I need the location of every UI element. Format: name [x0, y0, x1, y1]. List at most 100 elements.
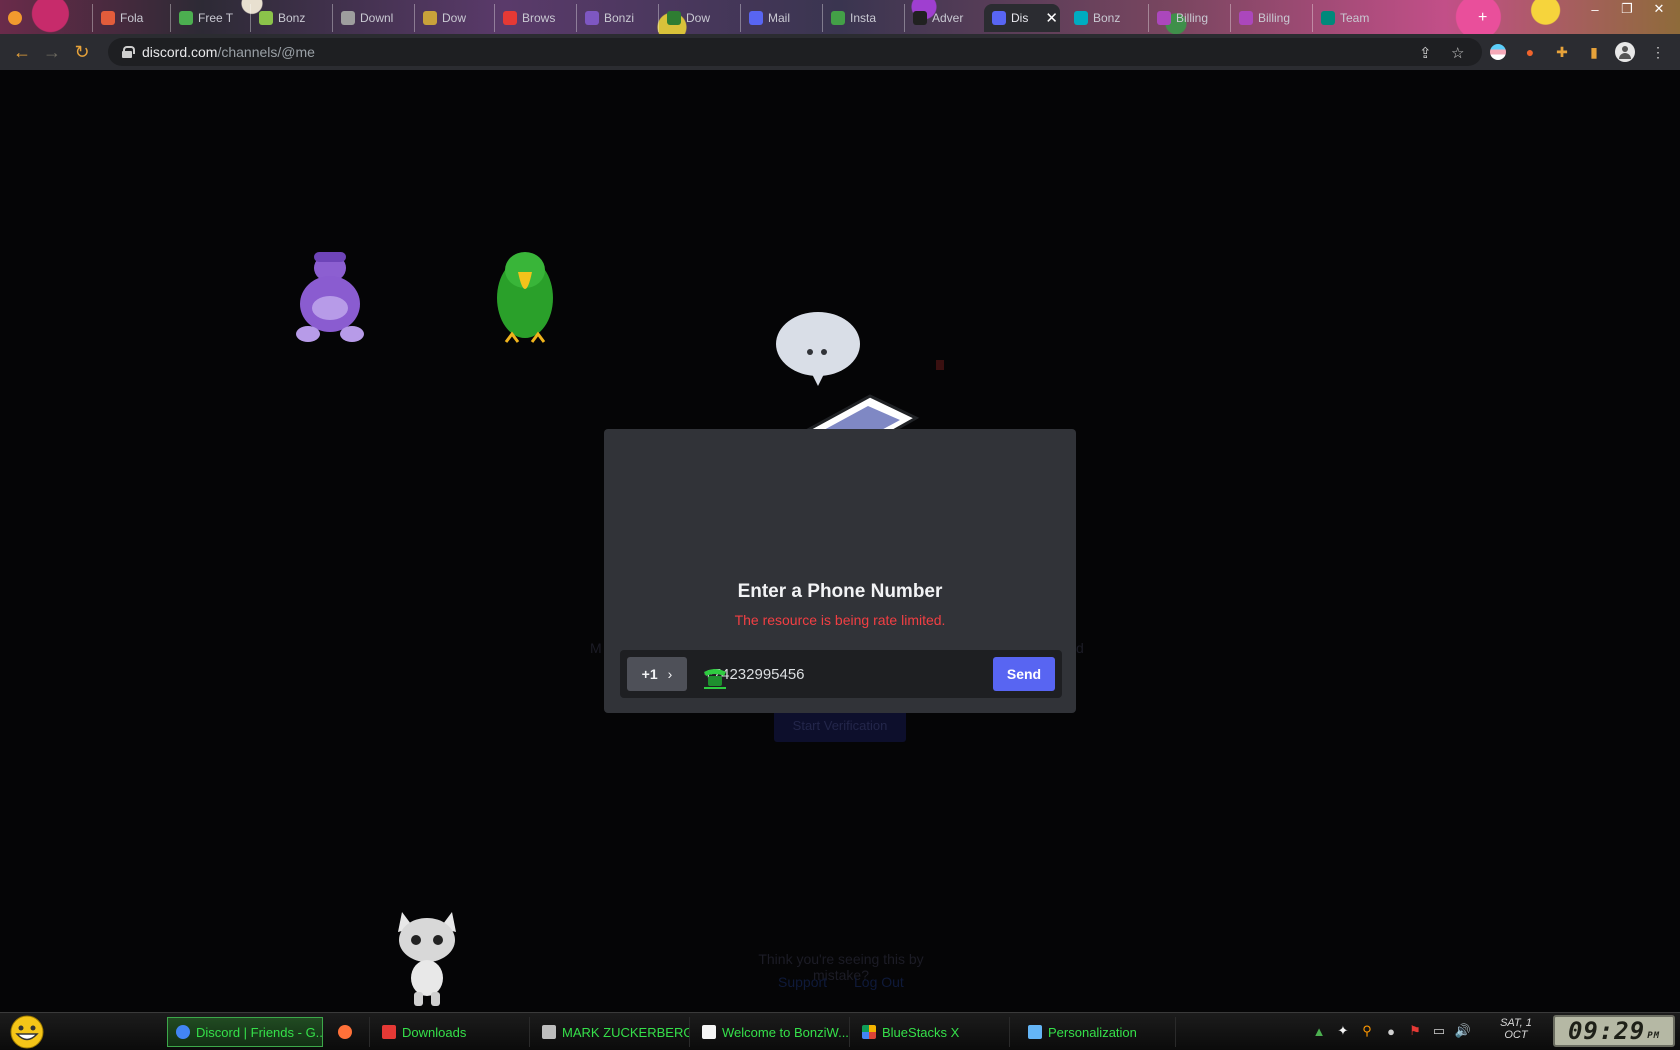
tray-triangle-icon[interactable]: ▲ — [1312, 1024, 1326, 1039]
bonzi-phone-cursor-icon — [704, 669, 726, 689]
browser-tab[interactable]: Bonzi — [576, 4, 656, 32]
browser-tab[interactable]: Bonz — [250, 4, 330, 32]
taskbar-item-bluestacks[interactable]: BlueStacks X — [854, 1017, 1010, 1047]
browser-tab[interactable]: Insta — [822, 4, 902, 32]
taskbar-item-personalization[interactable]: Personalization — [1020, 1017, 1176, 1047]
discord-icon — [992, 11, 1006, 25]
browser-tab[interactable]: Billing — [1148, 4, 1228, 32]
tab-favicon-icon — [749, 11, 763, 25]
clock-ampm: PM — [1647, 1031, 1661, 1041]
browser-tab[interactable]: Team — [1312, 4, 1392, 32]
side-panel-icon[interactable]: ▮ — [1584, 42, 1604, 62]
tab-label: Billing — [1176, 11, 1209, 25]
browser-tab[interactable]: Dow — [414, 4, 492, 32]
new-tab-button[interactable]: + — [1470, 4, 1496, 32]
address-bar[interactable]: discord.com/channels/@me ⇪ ☆ — [108, 38, 1482, 66]
taskbar-clock[interactable]: 09:29 PM — [1553, 1015, 1675, 1047]
tab-favicon-icon — [423, 11, 437, 25]
rate-limit-error: The resource is being rate limited. — [734, 612, 946, 628]
tab-label: Billing — [1258, 11, 1291, 25]
ghost-decoration — [936, 360, 944, 370]
taskbar-item-bonziworld[interactable]: Welcome to BonziW... — [694, 1017, 850, 1047]
support-link[interactable]: Support — [778, 974, 827, 990]
tray-flag-icon[interactable]: ⚑ — [1408, 1023, 1422, 1038]
tab-favicon-icon — [667, 11, 681, 25]
taskbar-item-mark-zuckerberg[interactable]: MARK ZUCKERBERG — [534, 1017, 690, 1047]
start-verification-button[interactable]: Start Verification — [774, 708, 906, 742]
lock-icon — [122, 46, 135, 58]
send-button[interactable]: Send — [993, 657, 1055, 691]
taskbar-date[interactable]: SAT, 1 OCT — [1488, 1017, 1544, 1041]
tab-label: Bonzi — [604, 11, 635, 25]
extensions-puzzle-icon[interactable]: ✚ — [1552, 42, 1572, 62]
phone-number-modal: Enter a Phone Number The resource is bei… — [604, 429, 1076, 713]
reload-icon[interactable]: ↻ — [67, 37, 97, 67]
taskbar-item-label: Discord | Friends - G... — [196, 1024, 323, 1040]
tab-label: Dis — [1011, 11, 1029, 25]
tab-label: Dow — [686, 11, 711, 25]
smiley-start-icon[interactable] — [8, 1015, 46, 1049]
browser-tab[interactable]: Dow — [658, 4, 738, 32]
chevron-right-icon: › — [667, 666, 673, 682]
taskbar-item-label: Welcome to BonziW... — [722, 1024, 849, 1040]
forward-arrow-icon[interactable]: → — [37, 37, 67, 67]
browser-toolbar: ← → ↻ discord.com/channels/@me ⇪ ☆ — [0, 34, 1680, 70]
browser-tab[interactable]: Brows — [494, 4, 574, 32]
tab-favicon-icon — [913, 11, 927, 25]
phone-number-input[interactable] — [704, 657, 974, 691]
screen: Fola Free T Bonz Downl Dow Brows Bonzi D… — [0, 0, 1680, 1050]
browser-tab[interactable]: Fola — [92, 4, 168, 32]
taskbar-item-label: Downloads — [402, 1024, 467, 1040]
logout-link[interactable]: Log Out — [854, 974, 904, 990]
tab-label: Bonz — [1093, 11, 1121, 25]
close-tab-icon[interactable]: ✕ — [1045, 9, 1058, 27]
back-arrow-icon[interactable]: ← — [7, 37, 37, 67]
tray-search-icon[interactable]: ⚲ — [1360, 1023, 1374, 1038]
browser-tab[interactable]: Mail — [740, 4, 820, 32]
tab-label: Free T — [198, 11, 234, 25]
browser-menu-kebab-icon[interactable]: ⋮ — [1648, 42, 1668, 62]
mistake-question-text: Think you're seeing this by mistake? — [758, 951, 924, 983]
monitor-icon — [1028, 1025, 1042, 1039]
share-icon[interactable]: ⇪ — [1419, 44, 1432, 62]
modal-title: Enter a Phone Number — [737, 581, 943, 602]
document-icon — [542, 1025, 556, 1039]
url-path: /channels/@me — [217, 44, 315, 60]
tray-volume-icon[interactable]: 🔊 — [1455, 1023, 1471, 1038]
profile-avatar-icon[interactable] — [1615, 42, 1635, 62]
url-host: discord.com — [142, 44, 218, 60]
restore-icon[interactable]: ❐ — [1612, 0, 1642, 18]
browser-tab[interactable]: Billing — [1230, 4, 1310, 32]
ghost-text: M — [590, 640, 602, 656]
tab-favicon-icon — [1157, 11, 1171, 25]
taskbar-item-discord[interactable]: Discord | Friends - G... — [167, 1017, 323, 1047]
taskbar-item-label: BlueStacks X — [882, 1024, 960, 1040]
browser-tab[interactable]: Downl — [332, 4, 412, 32]
taskbar-item-label: Personalization — [1048, 1024, 1137, 1040]
browser-tab[interactable]: Bonz — [1066, 4, 1146, 32]
browser-menu-icon[interactable] — [0, 4, 28, 32]
green-parrot-icon — [497, 252, 553, 343]
taskbar-item-downloads[interactable]: Downloads — [374, 1017, 530, 1047]
tab-label: Team — [1340, 11, 1370, 25]
taskbar-item-firefox[interactable] — [330, 1017, 370, 1047]
tab-label: Dow — [442, 11, 467, 25]
extension-flag-icon[interactable] — [1488, 42, 1508, 62]
browser-tab[interactable]: Adver — [904, 4, 984, 32]
minimize-icon[interactable]: – — [1580, 0, 1610, 18]
extension-fire-icon[interactable]: ● — [1520, 42, 1540, 62]
tray-bonzi-icon[interactable]: ✦ — [1336, 1023, 1350, 1038]
browser-tab-active[interactable]: Dis ✕ — [984, 4, 1060, 32]
tab-favicon-icon — [585, 11, 599, 25]
browser-tab[interactable]: Free T — [170, 4, 248, 32]
bookmark-star-icon[interactable]: ☆ — [1451, 44, 1464, 62]
tray-circle-icon[interactable]: ● — [1384, 1024, 1398, 1039]
date-month: OCT — [1504, 1029, 1528, 1041]
firefox-icon — [338, 1025, 352, 1039]
close-window-icon[interactable]: ✕ — [1644, 0, 1674, 18]
country-code-select[interactable]: +1 › — [627, 657, 687, 691]
bonzi-icon — [702, 1025, 716, 1039]
date-day: SAT, 1 — [1500, 1017, 1532, 1029]
tray-network-icon[interactable]: ▭ — [1432, 1023, 1446, 1038]
chrome-icon — [176, 1025, 190, 1039]
